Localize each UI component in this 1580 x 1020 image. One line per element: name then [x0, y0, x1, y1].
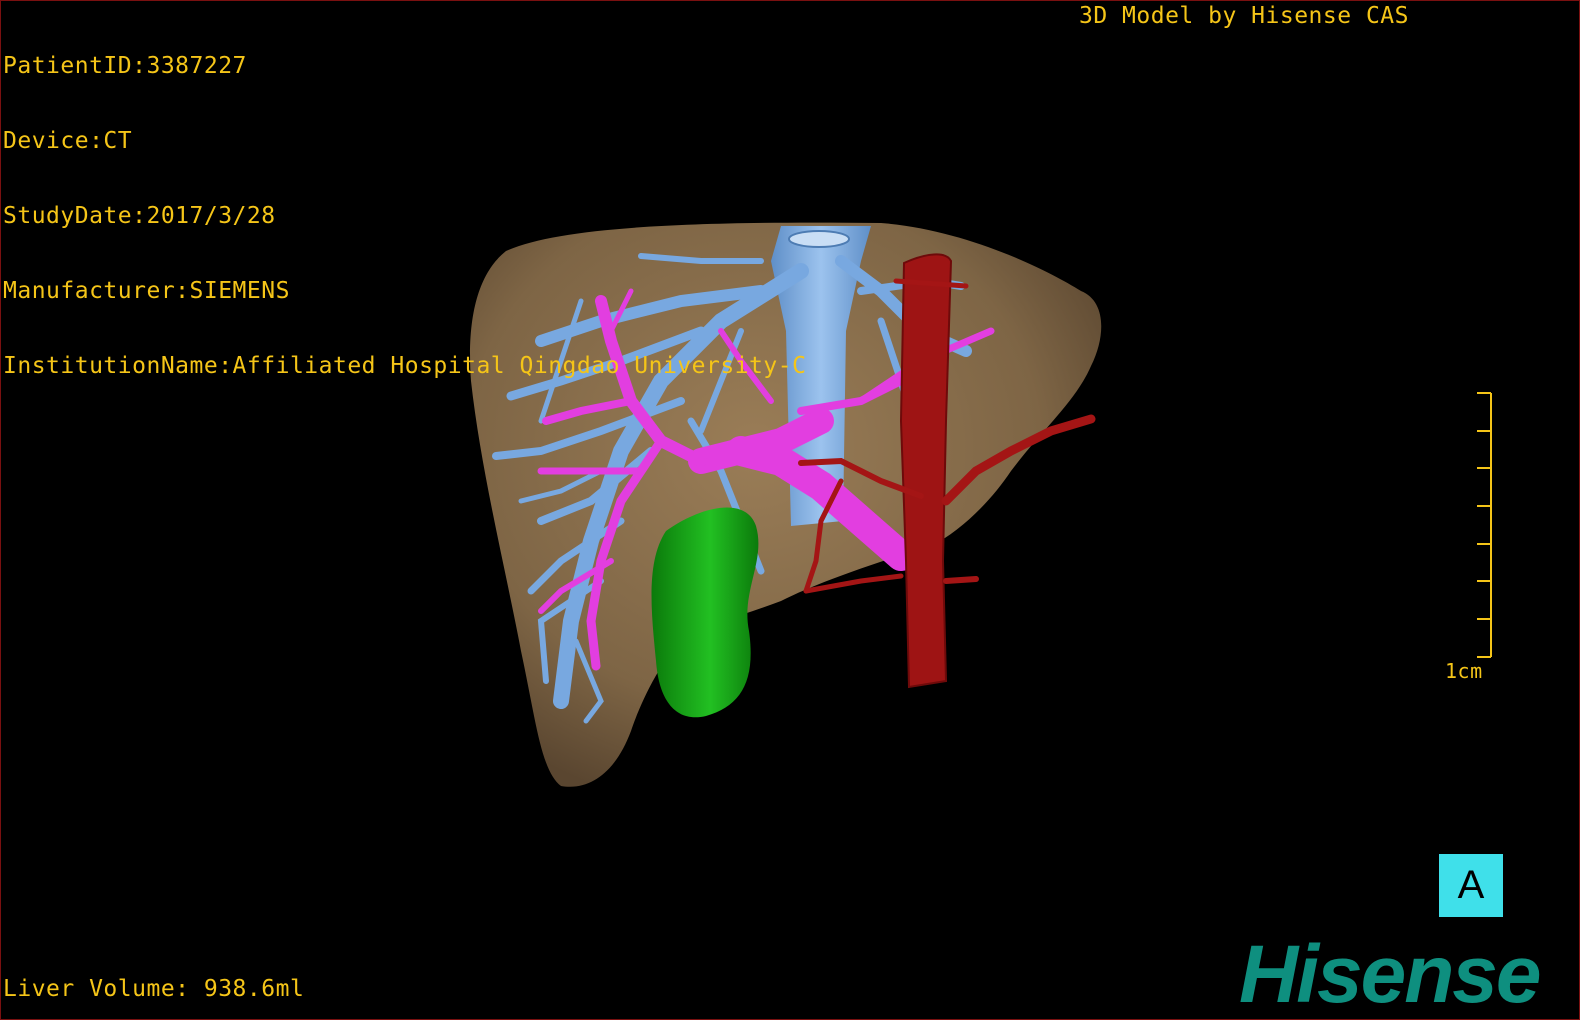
view-orientation-badge[interactable]: A	[1439, 854, 1503, 917]
model-credit: 3D Model by Hisense CAS	[1079, 3, 1409, 29]
study-date: StudyDate:2017/3/28	[3, 203, 276, 229]
gallbladder	[651, 507, 759, 718]
device: Device:CT	[3, 128, 133, 154]
patient-id: PatientID:3387227	[3, 53, 247, 79]
institution-name: InstitutionName:Affiliated Hospital Qing…	[3, 353, 807, 379]
dicom-info-overlay: PatientID:3387227 Device:CT StudyDate:20…	[3, 4, 806, 429]
manufacturer: Manufacturer:SIEMENS	[3, 278, 290, 304]
aorta	[899, 253, 953, 689]
scale-bar	[1477, 392, 1492, 658]
hisense-logo: Hisense	[1239, 929, 1542, 1020]
liver-volume: Liver Volume: 938.6ml	[3, 976, 305, 1002]
scale-label: 1cm	[1445, 659, 1483, 683]
3d-viewport[interactable]: PatientID:3387227 Device:CT StudyDate:20…	[0, 0, 1580, 1020]
